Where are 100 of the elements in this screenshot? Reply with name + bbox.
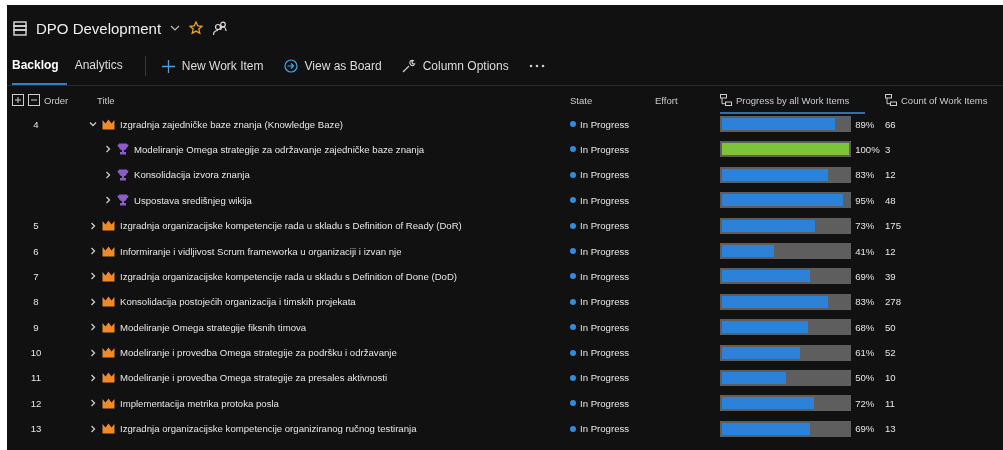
count-value: 11 <box>885 397 895 409</box>
count-value: 52 <box>885 347 896 359</box>
column-header[interactable]: State <box>570 94 593 106</box>
state-text: In Progress <box>580 296 630 308</box>
work-item-title[interactable]: Implementacija metrika protoka posla <box>120 397 279 409</box>
count-value: 12 <box>885 245 896 257</box>
column-header[interactable]: Effort <box>655 94 678 106</box>
work-item-title[interactable]: Izgradnja organizacijske kompetencije organiziranog ručnog testiranja <box>120 423 417 435</box>
chevron-right-icon[interactable] <box>104 196 112 205</box>
project-title[interactable]: DPO Development <box>36 19 162 37</box>
progress-percent: 61% <box>855 347 876 359</box>
work-item-title[interactable]: Izgradnja organizacijske kompetencije rada u skladu s Definition of Done (DoD) <box>120 270 458 282</box>
progress-percent: 69% <box>855 270 876 282</box>
order-number: 4 <box>33 118 39 130</box>
status-dot-icon <box>570 324 576 331</box>
work-item-title[interactable]: Uspostava središnjeg wikija <box>134 194 252 206</box>
chevron-right-icon[interactable] <box>104 145 112 154</box>
work-item-title[interactable]: Izgradnja organizacijske kompetencije rada u skladu s Definition of Ready (DoR) <box>120 220 462 232</box>
chevron-right-icon[interactable] <box>89 221 97 230</box>
hierarchy-icon <box>885 94 897 106</box>
plus-icon <box>161 59 175 73</box>
state-text: In Progress <box>580 321 630 333</box>
crown-icon <box>102 296 115 308</box>
team-icon[interactable] <box>212 20 229 36</box>
chevron-down-icon[interactable] <box>170 25 181 31</box>
new-work-item-button[interactable]: New Work Item <box>157 56 268 76</box>
chevron-right-icon[interactable] <box>89 424 97 433</box>
order-number: 11 <box>31 372 41 384</box>
work-item-title[interactable]: Modeliranje i provedba Omega strategije za presales aktivnosti <box>120 372 388 384</box>
arrow-circle-icon <box>283 59 298 73</box>
collapse-all-icon[interactable] <box>28 94 40 106</box>
order-number: 9 <box>33 321 39 333</box>
work-item-title[interactable]: Konsolidacija izvora znanja <box>134 169 250 181</box>
state-text: In Progress <box>580 245 630 257</box>
status-dot-icon <box>570 273 576 280</box>
column-options-button[interactable]: Column Options <box>397 56 513 76</box>
state-text: In Progress <box>580 118 630 130</box>
chevron-right-icon[interactable] <box>89 272 97 281</box>
status-dot-icon <box>570 121 576 128</box>
work-item-title[interactable]: Informiranje i vidljivost Scrum frameworka u organizaciji i izvan nje <box>120 245 402 257</box>
order-number: 10 <box>30 347 42 359</box>
column-header[interactable]: Count of Work Items <box>885 86 1003 114</box>
view-as-board-button[interactable]: View as Board <box>279 56 386 76</box>
crown-icon <box>102 397 115 409</box>
order-number: 8 <box>33 296 39 308</box>
status-dot-icon <box>570 375 576 381</box>
column-header[interactable]: Title <box>97 94 115 106</box>
expand-all-icon[interactable] <box>12 94 24 106</box>
order-number: 13 <box>30 423 42 435</box>
status-dot-icon <box>570 197 576 204</box>
work-item-title[interactable]: Modeliranje Omega strategije fiksnih timova <box>120 321 307 333</box>
column-header[interactable]: Order <box>44 94 69 106</box>
star-icon[interactable] <box>189 21 204 35</box>
state-text: In Progress <box>580 372 630 384</box>
chevron-right-icon[interactable] <box>89 374 97 382</box>
work-item-title[interactable]: Konsolidacija postojećih organizacija i timskih projekata <box>120 296 356 308</box>
tab[interactable]: Backlog <box>12 47 67 85</box>
progress-percent: 100% <box>855 143 881 155</box>
tab[interactable]: Analytics <box>74 47 131 85</box>
progress-percent: 72% <box>855 397 876 409</box>
chevron-right-icon[interactable] <box>89 323 97 332</box>
progress-percent: 83% <box>855 169 876 181</box>
wrench-icon <box>401 59 416 73</box>
trophy-icon <box>117 143 129 156</box>
crown-icon <box>102 220 115 232</box>
more-icon <box>528 64 545 68</box>
work-item-title[interactable]: Izgradnja zajedničke baze znanja (Knowledge Baze) <box>120 118 343 130</box>
status-dot-icon <box>570 171 576 178</box>
crown-icon <box>102 245 115 257</box>
count-value: 13 <box>885 423 896 435</box>
count-value: 66 <box>885 118 896 130</box>
crown-icon <box>102 270 115 282</box>
state-text: In Progress <box>580 194 630 206</box>
state-text: In Progress <box>580 169 630 181</box>
order-number: 7 <box>33 270 39 282</box>
chevron-down-icon[interactable] <box>89 120 97 129</box>
chevron-right-icon[interactable] <box>104 170 112 179</box>
work-item-title[interactable]: Modeliranje Omega strategije za održavanje zajedničke baze znanja <box>134 143 425 155</box>
chevron-right-icon[interactable] <box>89 348 97 357</box>
progress-percent: 68% <box>855 321 876 333</box>
progress-percent: 83% <box>855 296 876 308</box>
count-value: 12 <box>885 169 896 181</box>
work-item-title[interactable]: Modeliranje i provedba Omega strategije za podršku i održavanje <box>120 347 397 359</box>
backlog-icon <box>13 20 27 36</box>
progress-percent: 73% <box>855 220 876 232</box>
progress-percent: 50% <box>855 372 876 384</box>
crown-icon <box>102 423 115 435</box>
state-text: In Progress <box>580 220 630 232</box>
chevron-right-icon[interactable] <box>89 297 97 306</box>
chevron-right-icon[interactable] <box>89 399 97 408</box>
state-text: In Progress <box>580 270 630 282</box>
count-value: 278 <box>885 296 901 308</box>
crown-icon <box>102 321 115 333</box>
hierarchy-icon <box>720 94 732 106</box>
crown-icon <box>102 372 115 384</box>
state-text: In Progress <box>580 423 630 435</box>
status-dot-icon <box>570 425 576 432</box>
status-dot-icon <box>570 400 576 407</box>
column-header[interactable]: Progress by all Work Items <box>720 88 865 114</box>
chevron-right-icon[interactable] <box>89 247 97 256</box>
